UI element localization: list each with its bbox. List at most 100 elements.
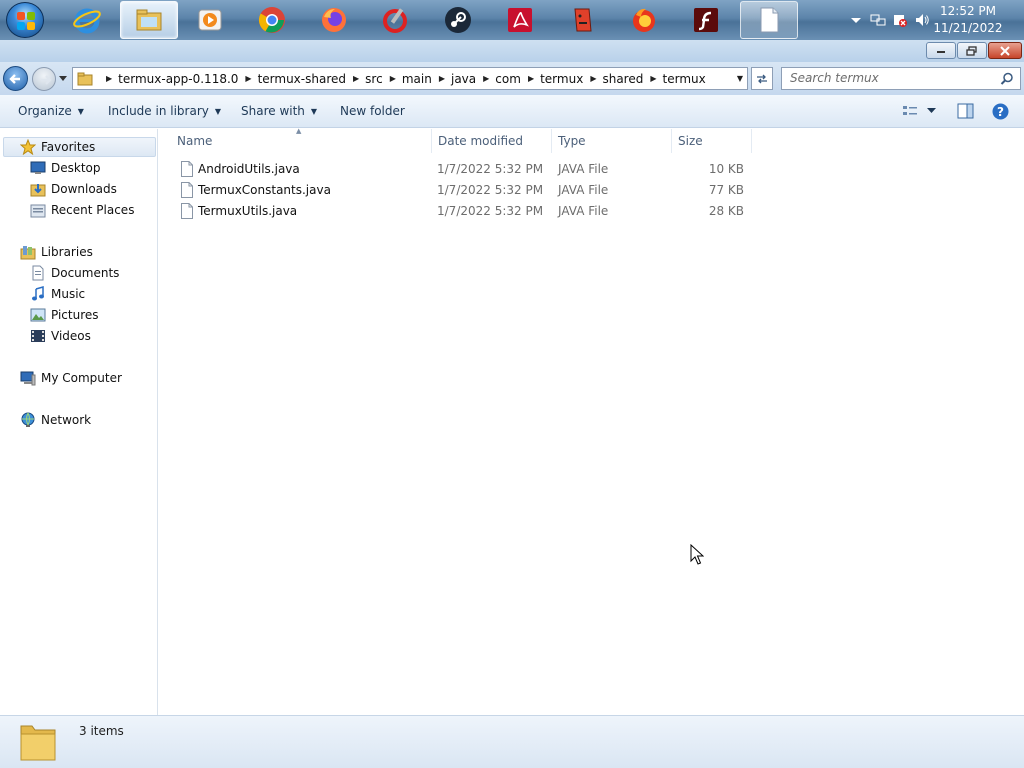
address-history-dropdown-icon[interactable]: ▼ (737, 74, 743, 83)
file-size: 28 KB (708, 204, 744, 218)
nav-item-recent-places[interactable]: Recent Places (30, 200, 134, 220)
nav-item-label: Favorites (41, 140, 96, 154)
taskbar-chrome[interactable] (243, 1, 301, 39)
recent-pages-dropdown-icon[interactable] (58, 73, 68, 83)
volume-icon[interactable] (914, 12, 930, 28)
nav-item-libraries[interactable]: Libraries (20, 242, 93, 262)
breadcrumb-separator-icon[interactable]: ▶ (650, 74, 656, 83)
change-view-icon[interactable] (902, 103, 918, 119)
breadcrumb-item[interactable]: com (495, 72, 521, 86)
firefox-nightly-icon (633, 8, 655, 32)
include-in-library-button[interactable]: Include in library ▼ (108, 104, 221, 118)
navigation-pane: Favorites Desktop Downloads Recent Place… (0, 129, 158, 715)
java-file-icon (181, 161, 193, 177)
forward-button[interactable] (32, 67, 56, 91)
nav-item-videos[interactable]: Videos (30, 326, 91, 346)
help-icon[interactable]: ? (992, 103, 1009, 120)
taskbar-red-head-app[interactable] (553, 1, 611, 39)
folder-icon (20, 725, 56, 761)
breadcrumb-item[interactable]: java (451, 72, 476, 86)
taskbar-adobe-reader[interactable] (491, 1, 549, 39)
clock-date: 11/21/2022 (933, 21, 1003, 35)
column-header-size[interactable]: Size (672, 129, 752, 153)
search-icon[interactable] (1000, 72, 1014, 86)
taskbar-firefox[interactable] (305, 1, 363, 39)
svg-text:?: ? (997, 105, 1004, 119)
minimize-button[interactable] (926, 42, 956, 59)
address-bar[interactable]: ▶ termux-app-0.118.0 ▶ termux-shared ▶ s… (72, 67, 748, 90)
breadcrumb-item[interactable]: shared (602, 72, 643, 86)
taskbar-internet-explorer[interactable] (58, 1, 116, 39)
file-size: 77 KB (708, 183, 744, 197)
nav-item-pictures[interactable]: Pictures (30, 305, 99, 325)
back-button[interactable] (3, 66, 28, 91)
breadcrumb-item[interactable]: main (402, 72, 432, 86)
nav-item-desktop[interactable]: Desktop (30, 158, 101, 178)
share-with-label: Share with (241, 104, 305, 118)
taskbar-windows-explorer[interactable] (120, 1, 178, 39)
breadcrumb-separator-icon[interactable]: ▶ (390, 74, 396, 83)
nav-item-downloads[interactable]: Downloads (30, 179, 117, 199)
breadcrumb-separator-icon[interactable]: ▶ (439, 74, 445, 83)
refresh-icon (757, 74, 767, 83)
taskbar-blank-document[interactable] (740, 1, 798, 39)
taskbar-steam[interactable] (429, 1, 487, 39)
breadcrumb-separator-icon[interactable]: ▶ (353, 74, 359, 83)
downloads-icon (30, 184, 46, 197)
taskbar-firefox-nightly[interactable] (615, 1, 673, 39)
taskbar-ccleaner[interactable] (367, 1, 425, 39)
nav-item-my-computer[interactable]: My Computer (20, 368, 122, 388)
window-title-bar[interactable] (0, 40, 1024, 62)
column-header-date-modified[interactable]: Date modified (432, 129, 552, 153)
breadcrumb-separator-icon[interactable]: ▶ (245, 74, 251, 83)
red-head-app-icon (574, 8, 592, 32)
minimize-icon (937, 50, 945, 53)
include-in-library-label: Include in library (108, 104, 209, 118)
action-center-warning-icon[interactable] (892, 12, 908, 28)
nav-item-label: Desktop (51, 161, 101, 175)
search-box[interactable] (781, 67, 1021, 90)
column-header-type[interactable]: Type (552, 129, 672, 153)
flash-player-icon (694, 8, 718, 32)
nav-item-favorites[interactable]: Favorites (3, 137, 156, 157)
breadcrumb-separator-icon[interactable]: ▶ (528, 74, 534, 83)
desktop-icon (30, 161, 46, 174)
close-button[interactable] (988, 42, 1022, 59)
breadcrumb-separator-icon[interactable]: ▶ (590, 74, 596, 83)
new-folder-button[interactable]: New folder (340, 104, 405, 118)
taskbar-clock[interactable]: 12:52 PM 11/21/2022 (932, 3, 1004, 37)
breadcrumb-item[interactable]: src (365, 72, 383, 86)
table-row[interactable]: TermuxConstants.java 1/7/2022 5:32 PM JA… (175, 180, 755, 201)
show-hidden-icons-chevron-icon[interactable] (848, 12, 864, 28)
taskbar-flash-player[interactable] (677, 1, 735, 39)
network-tray-icon[interactable] (870, 12, 886, 28)
search-input[interactable] (790, 68, 1000, 88)
breadcrumb-item[interactable]: termux-app-0.118.0 (118, 72, 238, 86)
breadcrumb-separator-icon[interactable]: ▶ (483, 74, 489, 83)
breadcrumb-item[interactable]: termux (663, 72, 706, 86)
windows-explorer-icon (136, 9, 162, 31)
nav-item-documents[interactable]: Documents (30, 263, 119, 283)
refresh-button[interactable] (751, 67, 773, 90)
star-icon (20, 139, 36, 155)
clock-time: 12:52 PM (940, 4, 996, 18)
share-with-button[interactable]: Share with ▼ (241, 104, 317, 118)
breadcrumb-item[interactable]: termux (540, 72, 583, 86)
breadcrumb-item[interactable]: termux-shared (258, 72, 346, 86)
table-row[interactable]: AndroidUtils.java 1/7/2022 5:32 PM JAVA … (175, 159, 755, 180)
column-header-name[interactable]: Name (171, 129, 432, 153)
table-row[interactable]: TermuxUtils.java 1/7/2022 5:32 PM JAVA F… (175, 201, 755, 222)
nav-item-label: Network (41, 413, 92, 427)
taskbar-media-player[interactable] (181, 1, 239, 39)
file-name: TermuxUtils.java (198, 204, 298, 218)
restore-button[interactable] (957, 42, 987, 59)
organize-menu-button[interactable]: Organize ▼ (18, 104, 84, 118)
nav-item-music[interactable]: Music (30, 284, 85, 304)
nav-item-network[interactable]: Network (20, 410, 91, 430)
nav-item-label: Downloads (51, 182, 117, 196)
breadcrumb-separator-icon[interactable]: ▶ (106, 74, 112, 83)
view-options-dropdown-icon[interactable] (927, 107, 936, 115)
start-button[interactable] (6, 2, 44, 38)
nav-item-label: Pictures (51, 308, 99, 322)
preview-pane-icon[interactable] (957, 103, 974, 119)
